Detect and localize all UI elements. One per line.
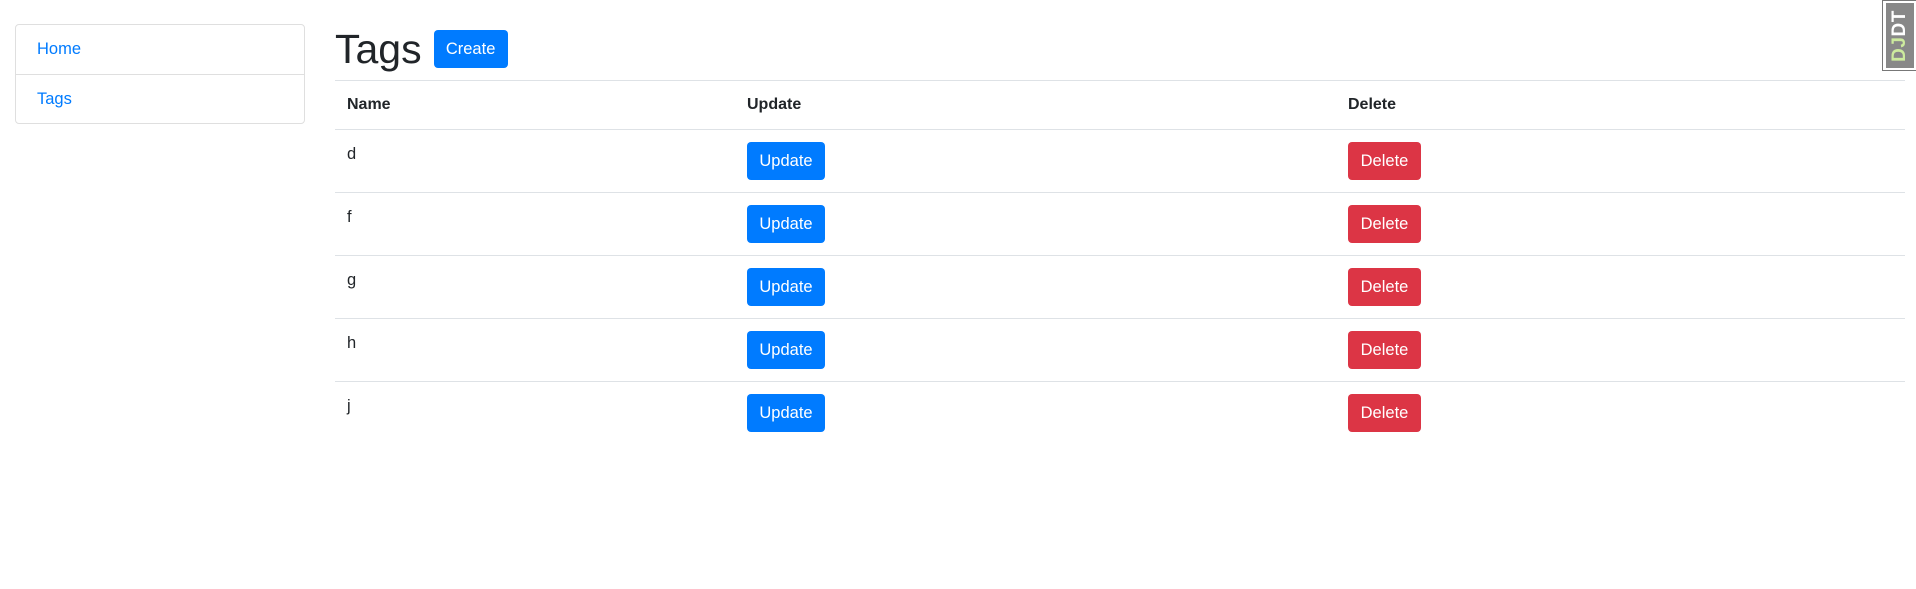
table-row: d Update Delete bbox=[335, 129, 1905, 193]
create-button[interactable]: Create bbox=[433, 30, 508, 68]
debug-toolbar-logo: DJDT bbox=[1885, 3, 1914, 68]
column-header-update: Update bbox=[735, 80, 1336, 130]
tag-name-cell: d bbox=[335, 129, 735, 193]
update-button[interactable]: Update bbox=[747, 142, 825, 180]
table-row: h Update Delete bbox=[335, 318, 1905, 382]
debug-toolbar-handle[interactable]: DJDT bbox=[1882, 0, 1916, 71]
sidebar-item-tags[interactable]: Tags bbox=[16, 74, 304, 123]
tag-name-cell: g bbox=[335, 255, 735, 319]
delete-button[interactable]: Delete bbox=[1348, 205, 1421, 243]
update-button[interactable]: Update bbox=[747, 268, 825, 306]
update-button[interactable]: Update bbox=[747, 205, 825, 243]
update-button[interactable]: Update bbox=[747, 394, 825, 432]
delete-button[interactable]: Delete bbox=[1348, 142, 1421, 180]
debug-toolbar-label: DJDT bbox=[1888, 9, 1910, 62]
tag-name-cell: f bbox=[335, 192, 735, 256]
tag-name-cell: h bbox=[335, 318, 735, 382]
page-header: Tags Create bbox=[335, 0, 1905, 80]
sidebar: Home Tags bbox=[15, 24, 305, 124]
main-content: Tags Create Name Update Delete d Update … bbox=[335, 0, 1905, 445]
table-row: g Update Delete bbox=[335, 255, 1905, 319]
column-header-delete: Delete bbox=[1336, 80, 1905, 130]
table-header-row: Name Update Delete bbox=[335, 80, 1905, 130]
table-row: j Update Delete bbox=[335, 382, 1905, 445]
tag-name-cell: j bbox=[347, 397, 351, 415]
table-row: f Update Delete bbox=[335, 192, 1905, 256]
delete-button[interactable]: Delete bbox=[1348, 268, 1421, 306]
tags-table: Name Update Delete d Update Delete f Upd… bbox=[335, 80, 1905, 445]
delete-button[interactable]: Delete bbox=[1348, 394, 1421, 432]
page-title: Tags bbox=[335, 25, 422, 72]
delete-button[interactable]: Delete bbox=[1348, 331, 1421, 369]
sidebar-item-home[interactable]: Home bbox=[16, 25, 304, 74]
update-button[interactable]: Update bbox=[747, 331, 825, 369]
column-header-name: Name bbox=[335, 80, 735, 130]
